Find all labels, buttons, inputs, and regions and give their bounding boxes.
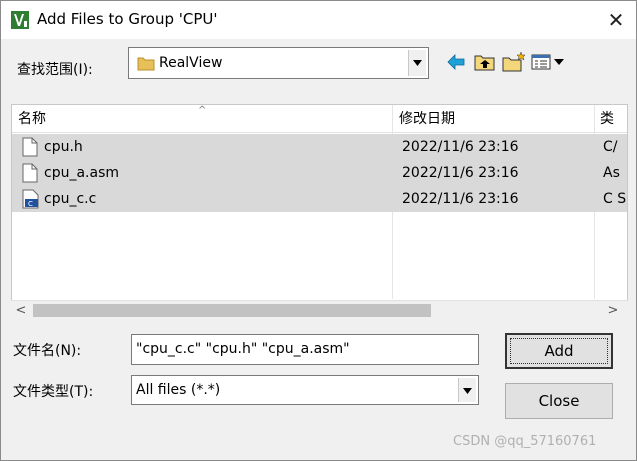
title-bar: Add Files to Group 'CPU' ✕ <box>1 1 636 39</box>
file-type: As <box>603 165 620 181</box>
file-row-cpu-c-c[interactable]: C cpu_c.c 2022/11/6 23:16 C S <box>12 186 627 212</box>
column-header-date[interactable]: 修改日期 <box>393 105 593 133</box>
close-window-button[interactable]: ✕ <box>601 7 631 33</box>
svg-text:C: C <box>28 200 33 208</box>
scroll-left-arrow[interactable]: < <box>11 301 31 320</box>
folder-icon <box>137 57 155 71</box>
lookin-dropdown-button[interactable] <box>408 50 426 76</box>
document-icon <box>22 163 38 183</box>
horizontal-scrollbar[interactable]: < > <box>11 300 628 319</box>
file-name: cpu_c.c <box>44 191 97 207</box>
view-menu-icon[interactable] <box>531 51 567 73</box>
file-name: cpu.h <box>44 139 83 155</box>
filetype-label: 文件类型(T): <box>13 384 94 400</box>
file-type: C/ <box>603 139 618 155</box>
up-folder-icon[interactable] <box>474 51 496 73</box>
c-source-icon: C <box>22 189 39 209</box>
filetype-dropdown-button[interactable] <box>458 378 476 402</box>
lookin-label: 查找范围(I): <box>17 62 93 78</box>
close-button-label: Close <box>538 392 580 410</box>
filetype-value: All files (*.*) <box>136 382 221 398</box>
watermark: CSDN @qq_57160761 <box>453 434 597 449</box>
file-type: C S <box>603 191 627 207</box>
keil-app-icon <box>11 11 29 29</box>
new-folder-icon[interactable] <box>502 51 526 73</box>
lookin-combobox[interactable]: RealView <box>128 47 429 79</box>
file-date: 2022/11/6 23:16 <box>402 191 519 207</box>
file-name: cpu_a.asm <box>44 165 119 181</box>
file-date: 2022/11/6 23:16 <box>402 139 519 155</box>
add-files-dialog: Add Files to Group 'CPU' ✕ 查找范围(I): Real… <box>0 0 637 461</box>
add-button[interactable]: Add <box>505 333 613 369</box>
file-list-header: 名称 ^ 修改日期 类 <box>12 105 627 133</box>
sort-ascending-icon: ^ <box>198 105 207 116</box>
document-icon <box>22 137 38 157</box>
scrollbar-thumb[interactable] <box>33 304 431 317</box>
back-arrow-icon[interactable] <box>446 51 466 73</box>
filetype-combobox[interactable]: All files (*.*) <box>131 375 479 405</box>
filename-label: 文件名(N): <box>13 343 82 359</box>
lookin-value: RealView <box>159 55 223 71</box>
chevron-down-icon <box>463 388 472 394</box>
focus-rectangle <box>510 338 608 364</box>
file-date: 2022/11/6 23:16 <box>402 165 519 181</box>
close-button[interactable]: Close <box>505 383 613 419</box>
file-list[interactable]: 名称 ^ 修改日期 类 cpu.h 2022/11/6 23:16 C/ cpu… <box>11 104 628 319</box>
file-row-cpu-a-asm[interactable]: cpu_a.asm 2022/11/6 23:16 As <box>12 160 627 186</box>
column-header-type[interactable]: 类 <box>594 105 627 133</box>
scroll-right-arrow[interactable]: > <box>603 301 623 320</box>
window-title: Add Files to Group 'CPU' <box>37 10 218 28</box>
filename-input[interactable]: "cpu_c.c" "cpu.h" "cpu_a.asm" <box>131 334 479 365</box>
chevron-down-icon <box>413 60 422 66</box>
file-row-cpu-h[interactable]: cpu.h 2022/11/6 23:16 C/ <box>12 134 627 160</box>
